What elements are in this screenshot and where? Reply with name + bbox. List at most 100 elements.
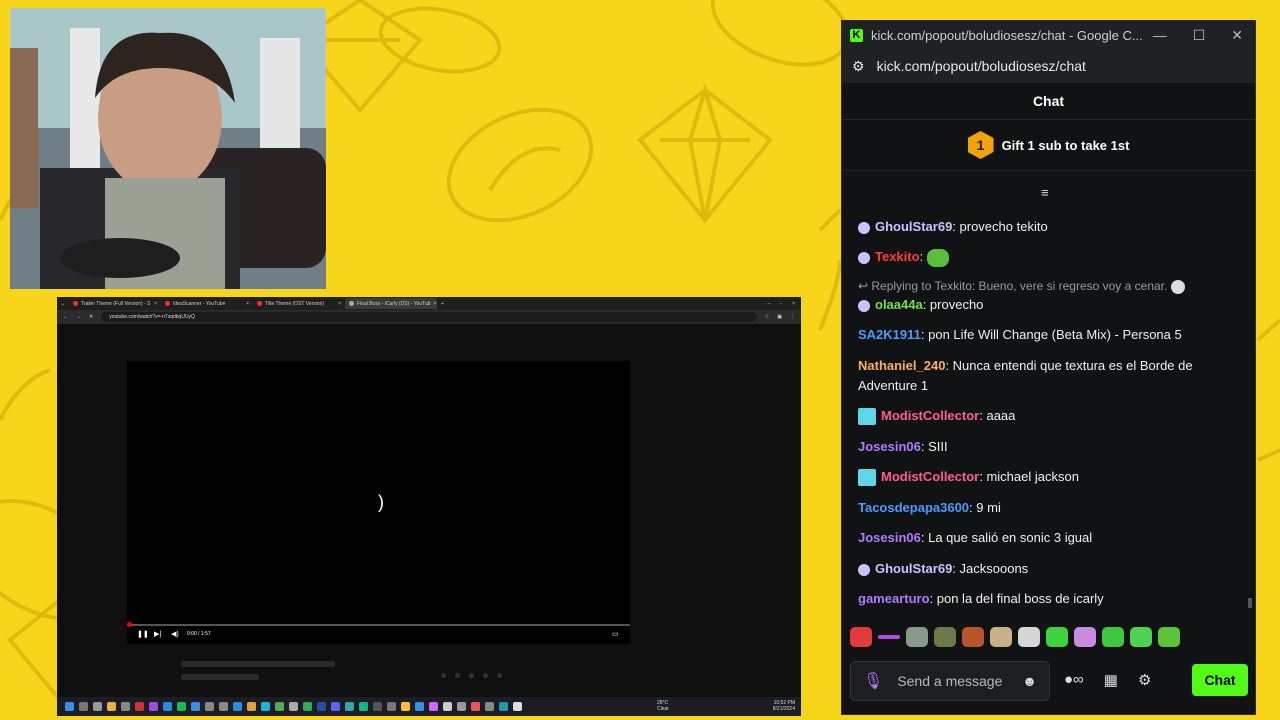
tab-trailer-theme[interactable]: Trailer Theme (Full Version) - S × [69, 298, 161, 309]
chat-username[interactable]: ModistCollector [881, 408, 979, 423]
app-icon[interactable] [191, 702, 200, 711]
chat-username[interactable]: Nathaniel_240 [858, 358, 945, 373]
app-icon[interactable] [457, 702, 466, 711]
tab-title-theme[interactable]: Title Theme (OST Version) × [253, 298, 345, 309]
discord-icon[interactable] [331, 702, 340, 711]
back-icon[interactable]: ← [63, 314, 68, 320]
extensions-icon[interactable]: ▣ [777, 314, 782, 320]
microphone-icon[interactable]: 🎙 [863, 671, 883, 691]
tab-search-icon[interactable]: ⌄ [57, 301, 69, 307]
gift-sub-banner[interactable]: 1 Gift 1 sub to take 1st [842, 120, 1255, 171]
close-icon[interactable]: ✕ [1231, 27, 1243, 44]
menu-icon[interactable]: ⋮ [790, 314, 795, 320]
app-icon[interactable] [401, 702, 410, 711]
close-icon[interactable]: × [338, 301, 341, 307]
emote-icon[interactable] [1018, 627, 1040, 647]
app-icon[interactable] [387, 702, 396, 711]
weather-widget[interactable]: 28°C Clear [657, 700, 669, 712]
chat-username[interactable]: Josesin06 [858, 530, 921, 545]
start-icon[interactable] [65, 702, 74, 711]
chat-username[interactable]: gamearturo [858, 591, 930, 606]
minimize-icon[interactable]: – [768, 301, 771, 307]
volume-icon[interactable]: ◀) [171, 630, 179, 638]
progress-handle[interactable] [127, 622, 132, 627]
reload-icon[interactable]: ✕ [89, 314, 93, 320]
emote-icon[interactable] [962, 627, 984, 647]
system-clock[interactable]: 10:52 PM 8/21/2024 [773, 700, 795, 712]
store-icon[interactable]: ▦ [1104, 671, 1118, 689]
app-icon[interactable] [471, 702, 480, 711]
app-icon[interactable] [261, 702, 270, 711]
chat-url[interactable]: kick.com/popout/boludiosesz/chat [877, 58, 1086, 74]
file-explorer-icon[interactable] [107, 702, 116, 711]
app-icon[interactable] [345, 702, 354, 711]
emote-icon[interactable] [990, 627, 1012, 647]
app-icon[interactable] [289, 702, 298, 711]
app-icon[interactable] [121, 702, 130, 711]
app-icon[interactable] [247, 702, 256, 711]
chat-username[interactable]: GhoulStar69 [875, 561, 952, 576]
settings-gear-icon[interactable]: ⚙ [1138, 671, 1151, 689]
tab-ideascanner[interactable]: IdeaScanner - YouTube × [161, 298, 253, 309]
whatsapp-icon[interactable] [359, 702, 368, 711]
chat-username[interactable]: Josesin06 [858, 439, 921, 454]
maximize-icon[interactable]: ▫ [780, 301, 782, 307]
app-icon[interactable] [443, 702, 452, 711]
emote-icon[interactable] [1046, 627, 1068, 647]
chat-username[interactable]: SA2K1911 [858, 327, 921, 342]
app-icon[interactable] [233, 702, 242, 711]
progress-bar[interactable] [127, 622, 630, 627]
search-icon[interactable] [79, 702, 88, 711]
app-icon[interactable] [317, 702, 326, 711]
tab-final-boss[interactable]: Final Boss - iCarly (DS) - YouTub × [345, 298, 437, 309]
app-icon[interactable] [303, 702, 312, 711]
app-icon[interactable] [205, 702, 214, 711]
emoji-icon[interactable]: ☻ [1022, 673, 1037, 689]
forward-icon[interactable]: → [76, 314, 81, 320]
app-icon[interactable] [499, 702, 508, 711]
video-player[interactable]: ) [127, 361, 630, 624]
chat-username[interactable]: GhoulStar69 [875, 219, 952, 234]
chat-username[interactable]: olaa44a [875, 297, 923, 312]
chrome-icon[interactable] [513, 702, 522, 711]
chat-scrollbar[interactable] [1248, 598, 1252, 608]
bookmark-star-icon[interactable]: ☆ [765, 314, 769, 320]
emote-icon[interactable] [934, 627, 956, 647]
kicks-icon[interactable]: ●∞ [1064, 671, 1084, 689]
app-icon[interactable] [135, 702, 144, 711]
emote-icon[interactable] [1074, 627, 1096, 647]
app-icon[interactable] [429, 702, 438, 711]
task-view-icon[interactable] [93, 702, 102, 711]
app-icon[interactable] [275, 702, 284, 711]
site-settings-icon[interactable]: ⚙ [852, 58, 865, 75]
message-input[interactable]: 🎙 Send a message ☻ [850, 661, 1050, 701]
new-tab-icon[interactable]: + [437, 301, 444, 307]
send-chat-button[interactable]: Chat [1192, 664, 1248, 696]
close-icon[interactable]: × [246, 301, 249, 307]
app-icon[interactable] [373, 702, 382, 711]
next-icon[interactable]: ▶| [154, 630, 161, 638]
chat-username[interactable]: Tacosdepapa3600 [858, 500, 969, 515]
emote-icon[interactable] [1130, 627, 1152, 647]
minimize-icon[interactable]: — [1153, 27, 1167, 44]
chat-username[interactable]: Texkito [875, 249, 920, 264]
emote-icon[interactable] [850, 627, 872, 647]
url-input[interactable]: youtube.com/watch?v=-n7sqdbqUUyQ [101, 312, 757, 322]
obs-icon[interactable] [149, 702, 158, 711]
close-icon[interactable]: × [433, 301, 436, 307]
close-icon[interactable]: × [154, 301, 157, 307]
maximize-icon[interactable]: ☐ [1193, 27, 1206, 44]
pause-icon[interactable]: ❚❚ [137, 630, 149, 638]
chat-username[interactable]: ModistCollector [881, 469, 979, 484]
emote-icon[interactable] [906, 627, 928, 647]
app-icon[interactable] [163, 702, 172, 711]
close-window-icon[interactable]: × [792, 301, 795, 307]
captions-icon[interactable]: ▭ [612, 630, 619, 638]
app-icon[interactable] [485, 702, 494, 711]
app-icon[interactable] [219, 702, 228, 711]
reply-preview[interactable]: ↩ Replying to Texkito: Bueno, vere si re… [858, 276, 1215, 296]
emote-icon[interactable] [1158, 627, 1180, 647]
emote-icon[interactable] [878, 635, 900, 639]
spotify-icon[interactable] [177, 702, 186, 711]
app-icon[interactable] [415, 702, 424, 711]
